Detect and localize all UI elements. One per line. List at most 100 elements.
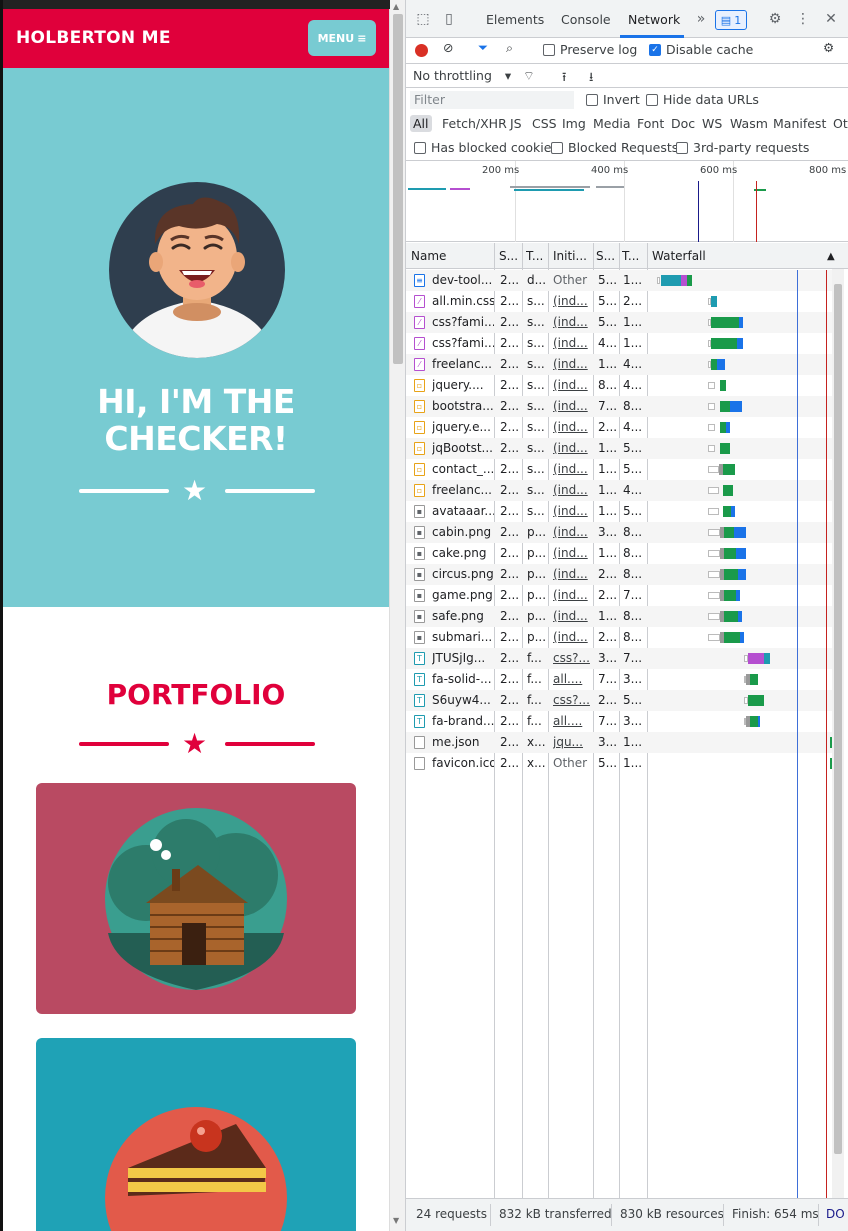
issues-badge[interactable]: ▤ 1 [715,10,747,30]
request-initiator[interactable]: (ind... [553,546,591,560]
network-overview[interactable]: 200 ms 400 ms 600 ms 800 ms [406,161,848,242]
request-initiator[interactable]: jqu... [553,735,591,749]
portfolio-item-cabin[interactable] [36,783,356,1014]
page-scrollbar-thumb[interactable] [393,14,403,364]
blocked-requests-checkbox[interactable]: Blocked Requests [551,140,678,155]
type-media[interactable]: Media [590,115,634,132]
type-wasm[interactable]: Wasm [727,115,771,132]
requests-scrollbar[interactable] [832,269,844,1198]
request-initiator[interactable]: css?... [553,651,591,665]
request-initiator[interactable]: (ind... [553,378,591,392]
request-initiator[interactable]: css?... [553,693,591,707]
request-row[interactable]: ▪ submari... 2... p... (ind... 2... 8... [406,627,832,648]
type-js[interactable]: JS [507,115,525,132]
clear-icon[interactable]: ⊘ [443,40,453,55]
third-party-checkbox[interactable]: 3rd-party requests [676,140,809,155]
type-fetch-xhr[interactable]: Fetch/XHR [439,115,510,132]
scroll-down-icon[interactable]: ▼ [393,1216,399,1225]
page-scrollbar[interactable]: ▲ ▼ [389,0,405,1231]
request-row[interactable]: T JTUSjIg... 2... f... css?... 3... 7... [406,648,832,669]
invert-checkbox[interactable]: Invert [586,92,640,107]
request-initiator[interactable]: (ind... [553,483,591,497]
request-initiator[interactable]: (ind... [553,504,591,518]
request-initiator[interactable]: (ind... [553,525,591,539]
request-initiator[interactable]: (ind... [553,357,591,371]
throttling-select[interactable]: No throttling ▾ [413,68,511,83]
export-har-icon[interactable]: ⭳ [589,68,593,89]
column-waterfall[interactable]: Waterfall [652,249,706,263]
column-name[interactable]: Name [411,249,446,263]
request-row[interactable]: ▪ avataaar... 2... s... (ind... 1... 5... [406,501,832,522]
request-row[interactable]: ▫ jquery.e... 2... s... (ind... 2... 4... [406,417,832,438]
request-row[interactable]: ▫ jquery.... 2... s... (ind... 8... 4... [406,375,832,396]
type-all[interactable]: All [410,115,432,132]
request-row[interactable]: ▫ jqBootst... 2... s... (ind... 1... 5... [406,438,832,459]
request-row[interactable]: ▫ contact_... 2... s... (ind... 1... 5... [406,459,832,480]
request-row[interactable]: T S6uyw4... 2... f... css?... 2... 5... [406,690,832,711]
request-row[interactable]: ⁄ css?fami... 2... s... (ind... 5... 1... [406,312,832,333]
more-options-icon[interactable]: ⋮ [794,10,812,28]
record-button[interactable] [415,44,428,57]
preserve-log-checkbox[interactable]: Preserve log [543,42,637,57]
menu-button[interactable]: MENU ≡ [308,20,376,56]
request-row[interactable]: ▪ game.png 2... p... (ind... 2... 7... [406,585,832,606]
search-icon[interactable]: ⌕ [506,40,513,56]
request-row[interactable]: ▪ circus.png 2... p... (ind... 2... 8... [406,564,832,585]
request-initiator[interactable]: (ind... [553,462,591,476]
request-row[interactable]: me.json 2... x... jqu... 3... 1... [406,732,834,753]
request-initiator[interactable]: all.... [553,714,591,728]
network-conditions-icon[interactable]: ⌔ [523,68,535,84]
request-row[interactable]: Tfa-solid-... 2... f... all.... 7... 3... [406,669,832,690]
settings-icon[interactable]: ⚙ [766,10,784,28]
request-initiator[interactable]: (ind... [553,441,591,455]
tab-network[interactable]: Network [628,12,680,27]
column-type[interactable]: T... [526,249,550,263]
request-row[interactable]: ⁄ freelanc... 2... s... (ind... 1... 4... [406,354,832,375]
type-doc[interactable]: Doc [668,115,698,132]
request-row[interactable]: ▪ cake.png 2... p... (ind... 1... 8... [406,543,832,564]
request-row[interactable]: ⁄ all.min.css 2... s... (ind... 5... 2... [406,291,832,312]
hide-data-urls-checkbox[interactable]: Hide data URLs [646,92,759,107]
request-initiator[interactable]: (ind... [553,315,591,329]
filter-input[interactable]: Filter [410,91,574,109]
scroll-up-icon[interactable]: ▲ [393,2,399,11]
type-manifest[interactable]: Manifest [770,115,829,132]
disable-cache-checkbox[interactable]: ✓ Disable cache [649,42,753,57]
type-img[interactable]: Img [559,115,589,132]
request-row[interactable]: Tfa-brand... 2... f... all.... 7... 3... [406,711,832,732]
has-blocked-cookies-checkbox[interactable]: Has blocked cookies [414,140,558,155]
brand-link[interactable]: HOLBERTON ME [16,28,171,48]
tab-console[interactable]: Console [561,12,611,27]
request-row[interactable]: ≡ dev-tool... 2... d... Other 5... 1... [406,270,832,291]
filter-icon[interactable]: ⏷ [478,40,488,56]
close-icon[interactable]: ✕ [822,10,840,28]
type-other[interactable]: Oth [830,115,848,132]
network-settings-icon[interactable]: ⚙ [823,40,834,55]
request-initiator[interactable]: (ind... [553,609,591,623]
portfolio-item-cake[interactable] [36,1038,356,1231]
column-size[interactable]: S... [596,249,620,263]
sort-ascending-icon[interactable]: ▲ [827,251,835,262]
request-initiator[interactable]: (ind... [553,630,591,644]
device-toolbar-icon[interactable]: ▯ [440,10,458,28]
column-time[interactable]: T... [622,249,646,263]
more-tabs-icon[interactable]: » [692,10,710,28]
request-row[interactable]: ⁄ css?fami... 2... s... (ind... 4... 1... [406,333,832,354]
tab-elements[interactable]: Elements [486,12,544,27]
request-row[interactable]: ▫ freelanc... 2... s... (ind... 1... 4... [406,480,832,501]
import-har-icon[interactable]: ⭱ [562,68,566,89]
inspect-element-icon[interactable]: ⬚ [414,10,432,28]
request-initiator[interactable]: (ind... [553,420,591,434]
type-css[interactable]: CSS [529,115,560,132]
request-row[interactable]: ▪ safe.png 2... p... (ind... 1... 8... [406,606,832,627]
request-row[interactable]: ▫ bootstra... 2... s... (ind... 7... 8... [406,396,832,417]
type-ws[interactable]: WS [699,115,725,132]
request-initiator[interactable]: (ind... [553,336,591,350]
request-row[interactable]: favicon.ico 2... x... Other 5... 1... [406,753,832,774]
request-row[interactable]: ▪ cabin.png 2... p... (ind... 3... 8... [406,522,832,543]
request-initiator[interactable]: (ind... [553,567,591,581]
column-initiator[interactable]: Initi... [553,249,593,263]
type-font[interactable]: Font [634,115,667,132]
request-initiator[interactable]: (ind... [553,294,591,308]
request-initiator[interactable]: (ind... [553,399,591,413]
